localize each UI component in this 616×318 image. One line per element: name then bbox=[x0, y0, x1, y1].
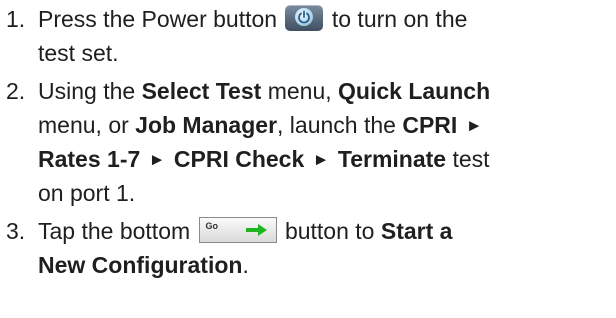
step-2-line-2: menu, or Job Manager, launch the CPRI ► bbox=[38, 112, 483, 138]
go-button[interactable]: Go bbox=[198, 217, 277, 243]
instruction-document: 1. Press the Power button to turn on the… bbox=[0, 0, 616, 318]
step-number: 1. bbox=[6, 6, 26, 32]
step-2-line-3: Rates 1-7 ► CPRI Check ► Terminate test bbox=[38, 146, 490, 172]
arrow-right-icon: ► bbox=[465, 116, 483, 135]
step-number: 3. bbox=[6, 218, 26, 244]
go-button-label: Go bbox=[205, 221, 219, 231]
select-test-menu-label: Select Test bbox=[141, 78, 262, 104]
power-icon bbox=[285, 5, 324, 31]
step-2-line-1: Using the Select Test menu, Quick Launch bbox=[38, 78, 491, 104]
step-1-line-2: test set. bbox=[38, 40, 119, 66]
step-number: 2. bbox=[6, 78, 26, 104]
rates-label: Rates 1-7 bbox=[38, 146, 141, 172]
step-3-line-2: New Configuration. bbox=[38, 252, 249, 278]
step-2-line-4: on port 1. bbox=[38, 180, 136, 206]
terminate-label: Terminate bbox=[337, 146, 447, 172]
right-arrow-icon bbox=[245, 224, 267, 236]
quick-launch-menu-label: Quick Launch bbox=[338, 78, 491, 104]
step-3-line-1: Tap the bottom Go button to Start a bbox=[38, 217, 453, 244]
cpri-check-label: CPRI Check bbox=[173, 146, 305, 172]
cpri-label: CPRI bbox=[402, 112, 458, 138]
step-1-line-1: Press the Power button to turn on the bbox=[38, 5, 468, 32]
arrow-right-icon: ► bbox=[312, 150, 330, 169]
new-configuration-label: New Configuration bbox=[38, 252, 243, 278]
start-new-configuration-label: Start a bbox=[380, 218, 453, 244]
job-manager-label: Job Manager bbox=[135, 112, 278, 138]
arrow-right-icon: ► bbox=[148, 150, 166, 169]
